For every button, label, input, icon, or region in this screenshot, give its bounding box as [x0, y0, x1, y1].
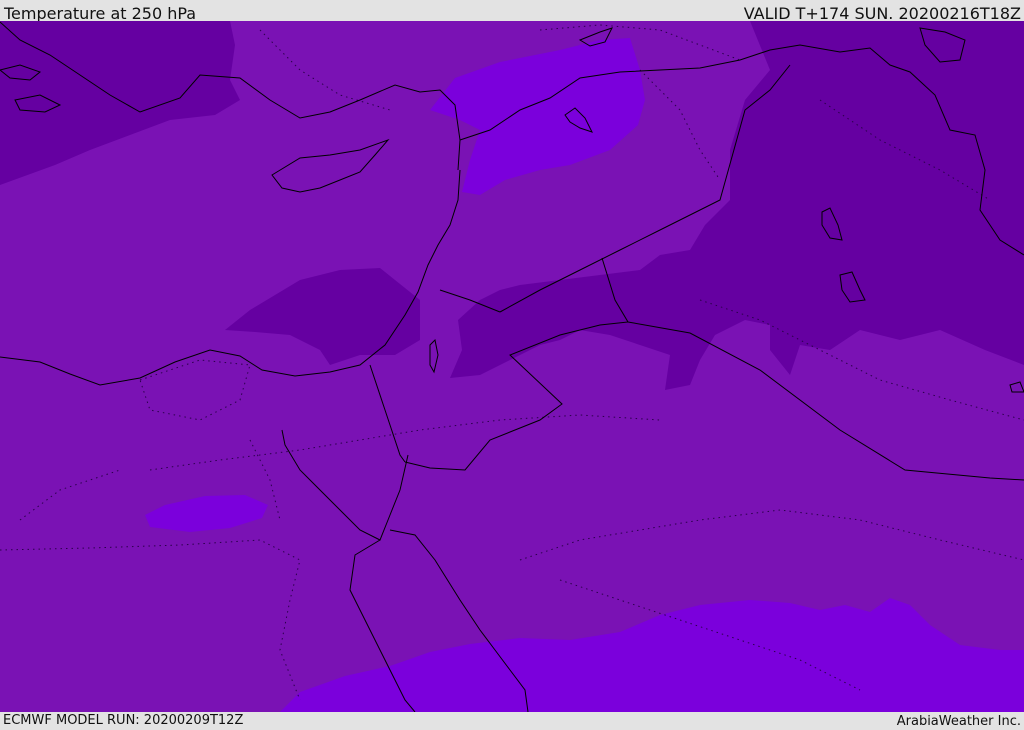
model-run-label: ECMWF MODEL RUN: 20200209T12Z [3, 713, 244, 728]
credit-label: ArabiaWeather Inc. [896, 714, 1021, 729]
weather-map [0, 21, 1024, 712]
